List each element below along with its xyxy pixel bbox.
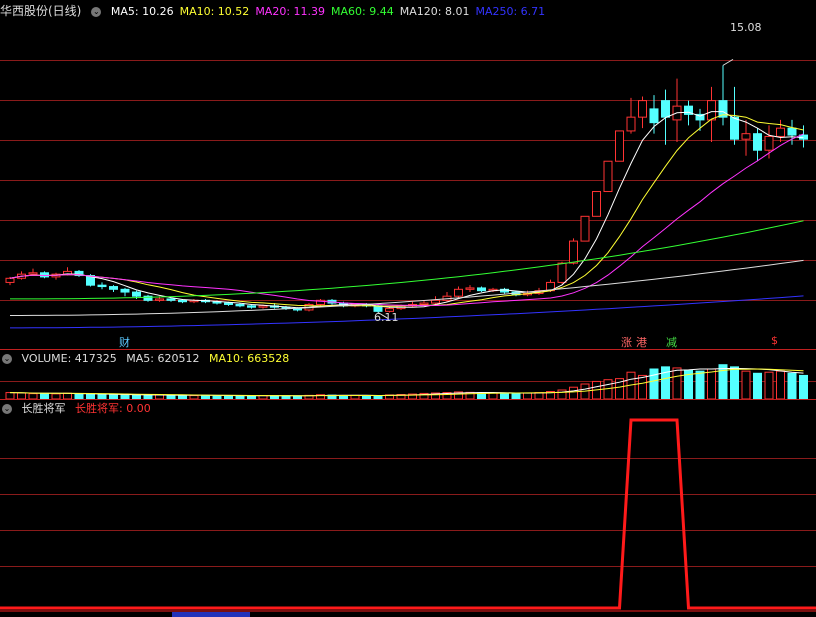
ma-label-0: MA5: 10.26: [110, 5, 174, 18]
ma-label-1: MA10: 10.52: [179, 5, 250, 18]
high-price-label: 15.08: [730, 21, 762, 34]
candle-body: [155, 298, 164, 301]
ma-label-3: MA60: 9.44: [331, 5, 394, 18]
ma5-line: [9, 111, 804, 309]
volume-panel[interactable]: ⌄ VOLUME: 417325 MA5: 620512 MA10: 66352…: [0, 350, 816, 399]
indicator-title: 长胜将军: [21, 402, 66, 415]
candle-body: [603, 160, 613, 193]
volume-bar: [649, 368, 659, 399]
candle-body: [730, 116, 739, 140]
ma-label-2: MA20: 11.39: [255, 5, 326, 18]
ma-label-4: MA120: 8.01: [399, 5, 470, 18]
volume-legend: ⌄ VOLUME: 417325 MA5: 620512 MA10: 66352…: [0, 351, 295, 367]
candle-body: [178, 299, 187, 303]
volume-bar: [730, 366, 739, 399]
volume-toggle-icon[interactable]: ⌄: [2, 354, 12, 364]
volume-bar: [695, 370, 705, 399]
candlestick-chart: [5, 58, 808, 329]
candle-body: [649, 108, 659, 124]
candle-body: [247, 305, 256, 308]
volume-label: VOLUME: 417325: [21, 352, 117, 365]
high-pointer: [722, 58, 734, 66]
candle-body: [787, 127, 797, 136]
candle-body: [626, 116, 636, 132]
candle-body: [465, 287, 475, 290]
event-tag-dollar[interactable]: $: [771, 334, 778, 347]
signal-chart: [0, 418, 816, 610]
low-price-label: 6.11: [374, 311, 399, 324]
volume-bar: [799, 374, 808, 399]
event-tag-finance[interactable]: 财: [119, 334, 130, 349]
time-axis-line: [0, 610, 816, 612]
volume-ma10-label: MA10: 663528: [208, 352, 290, 365]
ma10-line: [9, 114, 804, 307]
candle-body: [166, 298, 176, 301]
indicator-panel[interactable]: ⌄ 长胜将军 长胜将军: 0.00: [0, 400, 816, 617]
ma20-line: [9, 133, 804, 307]
indicator-legend: ⌄ 长胜将军 长胜将军: 0.00: [0, 401, 157, 417]
chart-title: 华西股份(日线): [0, 4, 82, 18]
candle-body: [477, 287, 486, 292]
candle-body: [661, 100, 670, 118]
candle-body: [28, 272, 38, 275]
candle-body: [454, 288, 463, 297]
ma-labels: MA5: 10.26 MA10: 10.52 MA20: 11.39 MA60: 9.…: [111, 5, 551, 18]
candle-body: [419, 302, 429, 305]
candle-body: [132, 291, 141, 297]
legend-toggle-icon[interactable]: ⌄: [91, 7, 102, 17]
candle-body: [431, 299, 440, 304]
indicator-value-label: 长胜将军: 0.00: [75, 402, 151, 415]
volume-bar: [707, 368, 716, 399]
ma-label-5: MA250: 6.71: [475, 5, 546, 18]
candle-body: [109, 286, 118, 290]
candle-body: [776, 127, 785, 137]
candle-body: [40, 272, 49, 278]
volume-bar: [787, 372, 797, 399]
candle-body: [638, 100, 647, 118]
candle-body: [5, 277, 15, 283]
candle-body: [569, 240, 578, 264]
volume-bar: [638, 374, 647, 399]
candle-body: [580, 215, 590, 242]
indicator-toggle-icon[interactable]: ⌄: [2, 404, 12, 414]
volume-bar: [672, 367, 682, 399]
candle-body: [764, 135, 774, 151]
volume-bar: [741, 370, 751, 399]
event-tag-hk[interactable]: 港: [636, 334, 647, 349]
volume-bar: [764, 371, 774, 399]
candle-body: [258, 305, 268, 308]
candle-body: [753, 133, 762, 151]
volume-ma5-label: MA5: 620512: [126, 352, 200, 365]
event-tag-reduce[interactable]: 减: [666, 334, 677, 349]
candle-body: [707, 100, 716, 121]
candle-body: [120, 288, 130, 293]
price-chart-panel[interactable]: 华西股份(日线) ⌄ MA5: 10.26 MA10: 10.52 MA20: 11.…: [0, 0, 816, 349]
volume-bar: [776, 370, 785, 399]
candle-body: [97, 284, 107, 288]
candle-body: [615, 130, 624, 162]
price-legend: 华西股份(日线) ⌄ MA5: 10.26 MA10: 10.52 MA20: 11.…: [0, 3, 557, 19]
candle-body: [741, 133, 751, 140]
candle-body: [235, 303, 245, 307]
candle-body: [557, 262, 567, 283]
volume-bar: [569, 386, 578, 399]
event-tag-rise[interactable]: 涨: [621, 334, 632, 349]
candle-body: [592, 191, 601, 217]
candle-body: [224, 302, 233, 305]
signal-line: [0, 418, 816, 610]
volume-bar: [753, 372, 762, 399]
ma250-line: [10, 295, 804, 329]
date-cursor-marker[interactable]: [172, 612, 250, 617]
